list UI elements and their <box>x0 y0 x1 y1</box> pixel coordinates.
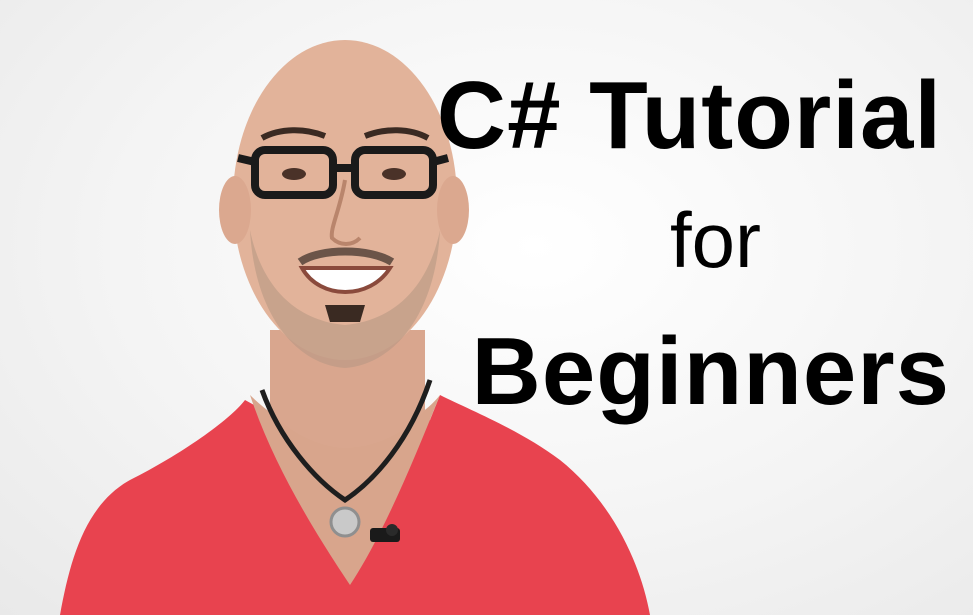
goatee <box>325 305 365 322</box>
title-line-1: C# Tutorial <box>436 62 942 169</box>
pendant-icon <box>329 506 361 538</box>
right-ear <box>437 176 469 244</box>
left-ear <box>219 176 251 244</box>
title-line-3: Beginners <box>471 318 950 425</box>
title-line-2: for <box>670 196 762 284</box>
